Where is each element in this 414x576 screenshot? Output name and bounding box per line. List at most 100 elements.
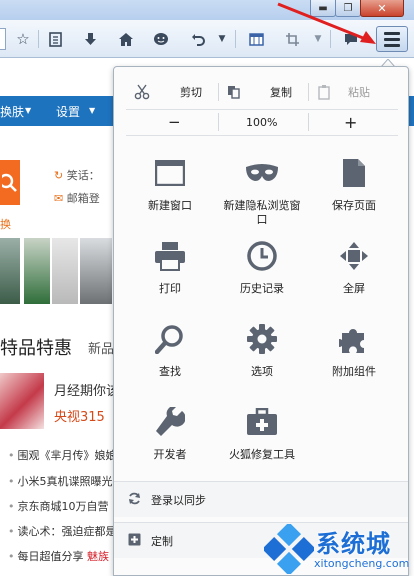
news-item[interactable]: 每日超值分享 魅族 <box>8 548 110 564</box>
mail-icon: ✉ <box>54 192 64 205</box>
tile-label: 开发者 <box>153 448 187 461</box>
product-image[interactable] <box>52 238 78 304</box>
minimize-button[interactable]: ▬ <box>310 0 336 17</box>
addons-button[interactable]: 附加组件 <box>308 317 400 399</box>
sync-label: 登录以同步 <box>151 493 206 507</box>
chat-bubble-icon[interactable] <box>341 29 361 49</box>
dropdown-arrow-icon[interactable]: ▼ <box>212 29 232 49</box>
star-icon[interactable]: ☆ <box>13 29 33 49</box>
undo-icon[interactable] <box>188 29 208 49</box>
nav-skin[interactable]: 换肤 <box>0 103 24 120</box>
joke-link[interactable]: ↻ 笑话： <box>54 167 100 183</box>
edit-divider <box>308 83 309 101</box>
reading-list-icon[interactable] <box>45 29 65 49</box>
tile-label: 新建隐私浏览窗口 <box>223 199 301 226</box>
news-item[interactable]: 小米5真机谍照曝光 <box>8 473 113 489</box>
find-button[interactable]: 查找 <box>124 317 216 399</box>
tile-label: 全屏 <box>343 282 365 295</box>
customize-label: 定制 <box>151 534 173 548</box>
fullscreen-button[interactable]: 全屏 <box>308 234 400 316</box>
copy-button[interactable]: 复制 <box>270 80 292 104</box>
edit-divider <box>218 83 219 101</box>
close-icon: ✕ <box>377 1 387 15</box>
puzzle-icon <box>336 321 372 357</box>
fullscreen-icon <box>336 238 372 274</box>
product-image[interactable] <box>80 238 112 304</box>
restore-icon: ❐ <box>343 2 353 14</box>
grid-icon[interactable] <box>246 29 266 49</box>
site-search-button[interactable] <box>0 160 20 205</box>
home-icon[interactable] <box>116 29 136 49</box>
menu-divider <box>126 135 398 136</box>
developer-button[interactable]: 开发者 <box>124 400 216 482</box>
tile-label: 附加组件 <box>332 365 376 378</box>
toolbar-divider <box>235 30 236 48</box>
history-clock-icon <box>244 238 280 274</box>
zoom-out-button[interactable]: − <box>168 110 181 134</box>
toolbox-icon <box>244 404 280 440</box>
sign-in-sync-row[interactable]: 登录以同步 <box>114 481 408 517</box>
app-menu-panel: 剪切 复制 粘贴 − 100% + 新建窗口 新建隐私浏览窗口 保存页面 打印 … <box>113 66 409 576</box>
zoom-in-button[interactable]: + <box>344 110 357 134</box>
toolbar-divider <box>330 30 331 48</box>
product-image[interactable] <box>24 238 50 304</box>
mail-login-link[interactable]: ✉ 邮箱登 <box>54 190 100 206</box>
paste-button: 粘贴 <box>348 86 370 99</box>
url-bar[interactable] <box>0 28 6 50</box>
tile-label: 火狐修复工具 <box>229 448 295 461</box>
product-image[interactable] <box>0 238 20 304</box>
zoom-level[interactable]: 100% <box>246 110 277 134</box>
switch-link[interactable]: 换 <box>0 216 11 232</box>
watermark: 系统城 xitongcheng.com <box>262 522 412 576</box>
windows-logo-icon <box>264 524 314 574</box>
firefox-repair-tool-button[interactable]: 火狐修复工具 <box>216 400 308 482</box>
watermark-url: xitongcheng.com <box>314 557 410 570</box>
copy-icon[interactable] <box>226 80 242 104</box>
new-window-button[interactable]: 新建窗口 <box>124 151 216 233</box>
dropdown-arrow-icon[interactable]: ▼ <box>308 29 328 49</box>
promo-subline[interactable]: 央视315 <box>54 406 105 425</box>
new-items-tab[interactable]: 新品 <box>88 338 114 357</box>
new-private-window-button[interactable]: 新建隐私浏览窗口 <box>216 151 308 233</box>
browser-toolbar: ☆ ▼ ▼ <box>0 20 414 58</box>
restore-button[interactable]: ❐ <box>335 0 361 17</box>
sync-icon <box>128 492 141 508</box>
print-button[interactable]: 打印 <box>124 234 216 316</box>
customize-plus-icon <box>128 533 141 549</box>
private-mask-icon <box>244 155 280 191</box>
download-icon[interactable] <box>80 29 100 49</box>
cut-button[interactable]: 剪切 <box>180 80 202 104</box>
zoom-divider <box>218 113 219 131</box>
zoom-divider <box>308 113 309 131</box>
tile-label: 历史记录 <box>240 282 284 295</box>
tile-label: 保存页面 <box>332 199 376 212</box>
news-item[interactable]: 围观《芈月传》娘娘 <box>8 447 117 463</box>
tile-label: 打印 <box>159 282 181 295</box>
printer-icon <box>152 238 188 274</box>
nav-settings[interactable]: 设置 <box>56 103 80 120</box>
refresh-icon: ↻ <box>54 169 64 182</box>
tile-label: 新建窗口 <box>148 199 192 212</box>
cut-icon[interactable] <box>134 80 150 104</box>
new-window-icon <box>152 155 188 191</box>
edit-controls: 剪切 复制 粘贴 <box>126 80 398 104</box>
news-item[interactable]: 京东商城10万自营 <box>8 498 109 514</box>
save-page-button[interactable]: 保存页面 <box>308 151 400 233</box>
promo-headline[interactable]: 月经期你该 <box>54 380 119 399</box>
search-icon <box>2 173 17 192</box>
chevron-down-icon: ▼ <box>89 106 96 115</box>
news-item[interactable]: 读心术：强迫症都是 <box>8 523 117 539</box>
crop-icon[interactable] <box>282 29 302 49</box>
watermark-title: 系统城 <box>316 530 391 558</box>
toolbar-divider <box>38 30 39 48</box>
history-button[interactable]: 历史记录 <box>216 234 308 316</box>
close-window-button[interactable]: ✕ <box>360 0 404 17</box>
chevron-down-icon: ▼ <box>25 106 32 115</box>
gear-icon <box>244 321 280 357</box>
chat-icon[interactable] <box>151 29 171 49</box>
promo-image[interactable] <box>0 373 44 429</box>
window-titlebar: ▬ ❐ ✕ <box>0 0 414 20</box>
hamburger-menu-icon[interactable] <box>376 26 408 52</box>
search-icon <box>152 321 188 357</box>
options-button[interactable]: 选项 <box>216 317 308 399</box>
